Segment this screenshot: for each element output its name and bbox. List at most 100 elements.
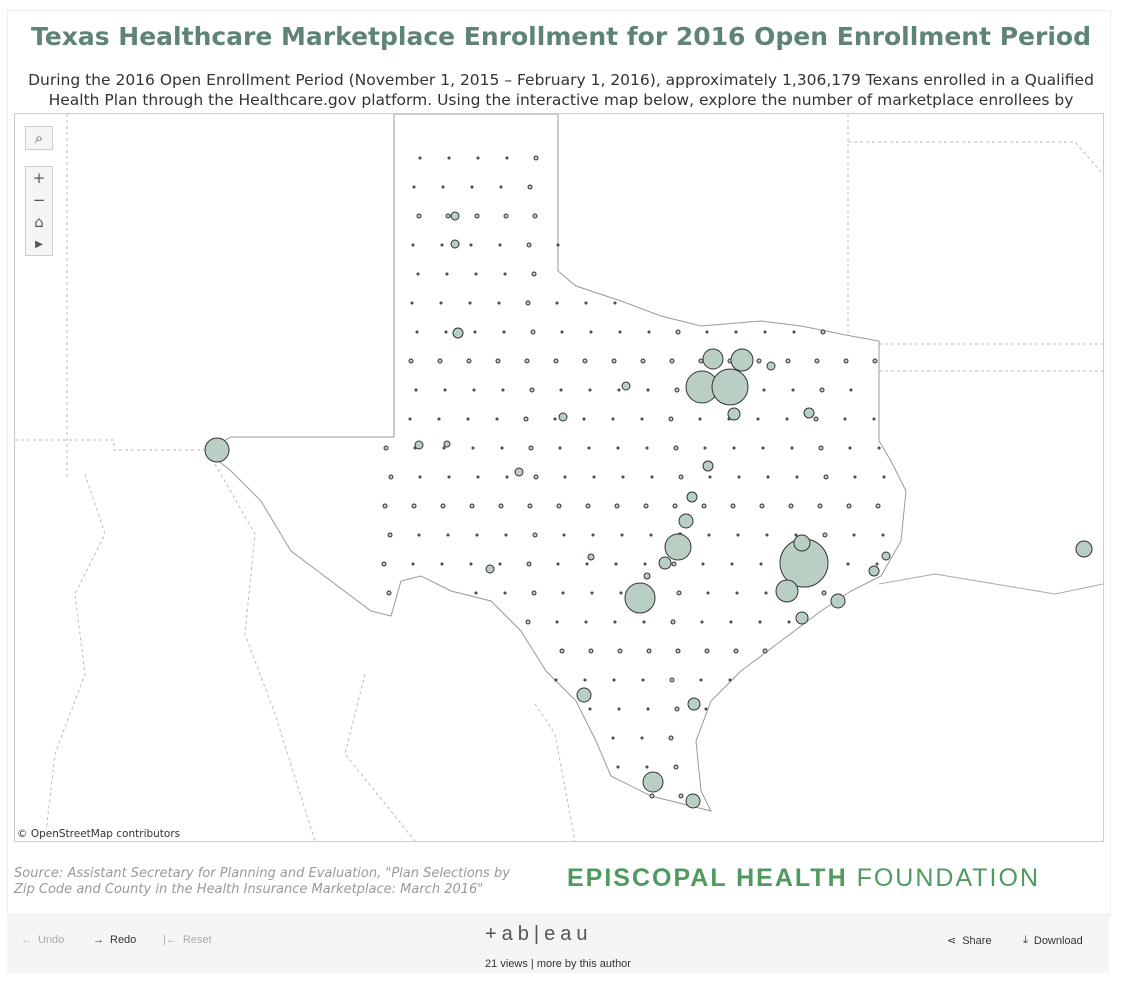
county-mark[interactable]: [410, 301, 414, 305]
county-mark[interactable]: [1075, 540, 1093, 558]
county-mark[interactable]: [414, 388, 418, 392]
county-mark[interactable]: [849, 388, 853, 392]
county-mark[interactable]: [730, 503, 736, 509]
county-mark[interactable]: [554, 678, 558, 682]
county-mark[interactable]: [561, 591, 565, 595]
county-mark[interactable]: [766, 475, 770, 479]
county-mark[interactable]: [502, 330, 506, 334]
county-mark[interactable]: [524, 358, 530, 364]
county-mark[interactable]: [553, 417, 557, 421]
county-mark[interactable]: [795, 611, 809, 625]
county-mark[interactable]: [728, 678, 732, 682]
county-mark[interactable]: [500, 446, 504, 450]
county-mark[interactable]: [687, 697, 701, 711]
county-mark[interactable]: [617, 707, 621, 711]
county-mark[interactable]: [872, 358, 878, 364]
county-mark[interactable]: [556, 503, 562, 509]
county-mark[interactable]: [671, 561, 677, 567]
county-mark[interactable]: [699, 678, 703, 682]
county-mark[interactable]: [440, 243, 444, 247]
county-mark[interactable]: [643, 572, 651, 580]
county-mark[interactable]: [523, 416, 529, 422]
county-mark[interactable]: [686, 491, 698, 503]
county-mark[interactable]: [474, 591, 478, 595]
county-mark[interactable]: [204, 437, 230, 463]
county-mark[interactable]: [528, 445, 534, 451]
county-mark[interactable]: [761, 446, 765, 450]
county-mark[interactable]: [558, 412, 568, 422]
county-mark[interactable]: [468, 301, 472, 305]
county-mark[interactable]: [673, 445, 679, 451]
county-mark[interactable]: [788, 503, 794, 509]
county-mark[interactable]: [613, 620, 617, 624]
county-mark[interactable]: [619, 591, 623, 595]
reset-button[interactable]: |← Reset: [163, 934, 212, 946]
county-mark[interactable]: [643, 562, 647, 566]
map-attribution[interactable]: © OpenStreetMap contributors: [15, 827, 183, 841]
county-mark[interactable]: [645, 446, 649, 450]
county-mark[interactable]: [450, 211, 460, 221]
county-mark[interactable]: [675, 329, 681, 335]
county-mark[interactable]: [585, 562, 589, 566]
county-mark[interactable]: [440, 503, 446, 509]
county-mark[interactable]: [737, 475, 741, 479]
county-mark[interactable]: [702, 460, 714, 472]
county-mark[interactable]: [416, 272, 420, 276]
county-mark[interactable]: [698, 417, 702, 421]
county-mark[interactable]: [701, 503, 707, 509]
county-mark[interactable]: [678, 474, 684, 480]
county-mark[interactable]: [618, 330, 622, 334]
county-mark[interactable]: [498, 503, 504, 509]
search-icon[interactable]: ⌕: [26, 127, 52, 149]
county-mark[interactable]: [732, 446, 736, 450]
county-mark[interactable]: [408, 417, 412, 421]
play-icon[interactable]: ▶: [26, 233, 52, 255]
county-mark[interactable]: [646, 388, 650, 392]
county-mark[interactable]: [704, 648, 710, 654]
county-mark[interactable]: [872, 417, 876, 421]
county-mark[interactable]: [672, 503, 678, 509]
county-mark[interactable]: [386, 590, 392, 596]
county-mark[interactable]: [408, 358, 414, 364]
county-mark[interactable]: [592, 475, 596, 479]
county-mark[interactable]: [614, 503, 620, 509]
county-mark[interactable]: [583, 678, 587, 682]
more-by-author-link[interactable]: more by this author: [537, 958, 631, 970]
county-mark[interactable]: [616, 765, 620, 769]
county-mark[interactable]: [383, 445, 389, 451]
county-mark[interactable]: [766, 361, 776, 371]
zoom-out-button[interactable]: −: [26, 189, 52, 211]
county-mark[interactable]: [587, 553, 595, 561]
county-mark[interactable]: [450, 239, 460, 249]
county-mark[interactable]: [734, 330, 738, 334]
county-mark[interactable]: [559, 648, 565, 654]
county-mark[interactable]: [415, 330, 419, 334]
county-mark[interactable]: [759, 503, 765, 509]
county-mark[interactable]: [643, 503, 649, 509]
county-mark[interactable]: [504, 533, 508, 537]
county-mark[interactable]: [443, 388, 447, 392]
county-mark[interactable]: [848, 446, 852, 450]
county-mark[interactable]: [758, 620, 762, 624]
county-mark[interactable]: [843, 417, 847, 421]
county-mark[interactable]: [846, 562, 850, 566]
county-mark[interactable]: [525, 300, 531, 306]
county-mark[interactable]: [706, 591, 710, 595]
share-button[interactable]: ⋖ Share: [947, 934, 992, 948]
county-mark[interactable]: [708, 475, 712, 479]
county-mark[interactable]: [591, 533, 595, 537]
county-mark[interactable]: [813, 416, 819, 422]
county-mark[interactable]: [678, 793, 684, 799]
county-mark[interactable]: [735, 591, 739, 595]
county-mark[interactable]: [650, 475, 654, 479]
county-mark[interactable]: [525, 619, 531, 625]
county-mark[interactable]: [440, 562, 444, 566]
county-mark[interactable]: [877, 446, 881, 450]
county-mark[interactable]: [614, 562, 618, 566]
county-mark[interactable]: [620, 533, 624, 537]
county-mark[interactable]: [647, 330, 651, 334]
county-mark[interactable]: [817, 503, 823, 509]
county-mark[interactable]: [645, 765, 649, 769]
county-mark[interactable]: [466, 417, 470, 421]
county-mark[interactable]: [584, 620, 588, 624]
